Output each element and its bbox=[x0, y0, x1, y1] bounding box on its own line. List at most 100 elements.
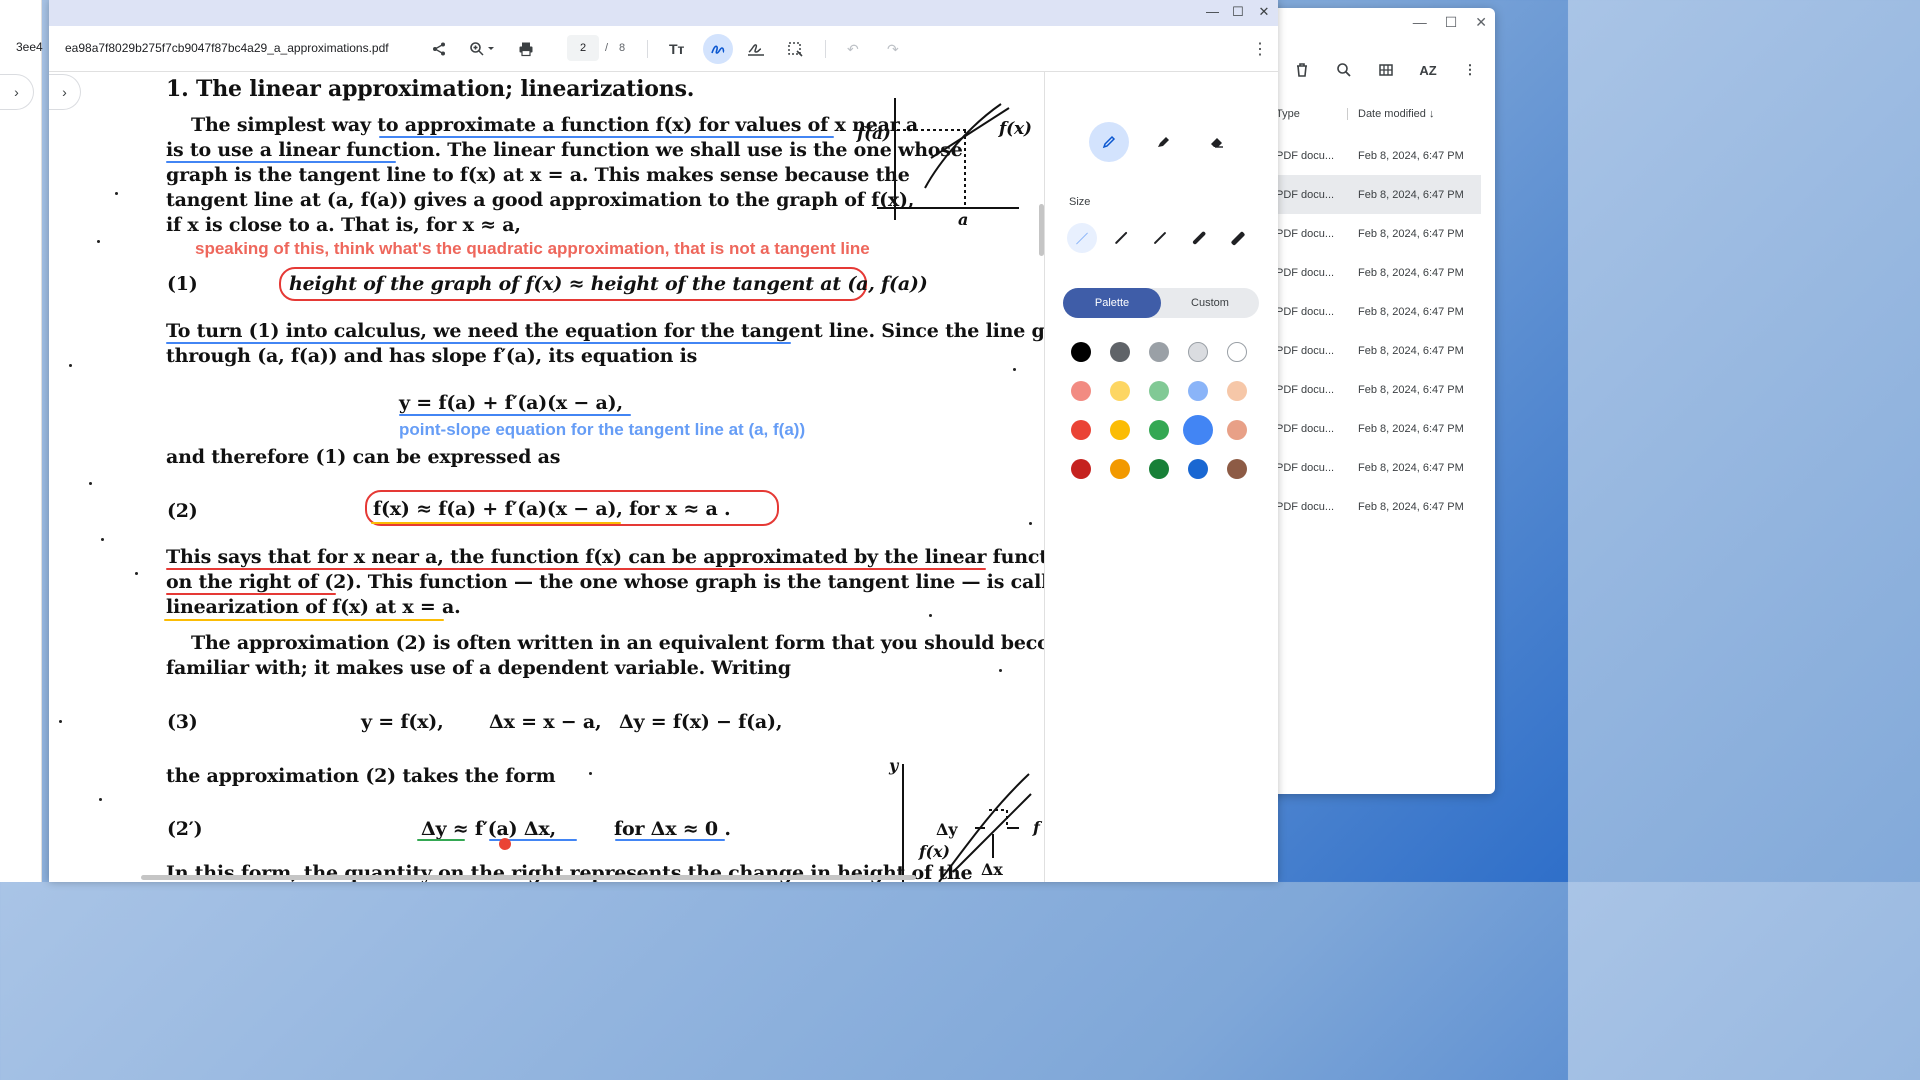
file-row[interactable]: PDF docu... Feb 8, 2024, 6:47 PM bbox=[1276, 253, 1481, 292]
color-swatch[interactable] bbox=[1188, 342, 1208, 362]
color-swatch[interactable] bbox=[1149, 381, 1169, 401]
search-icon[interactable] bbox=[1334, 60, 1354, 80]
toolbar-divider bbox=[647, 40, 648, 58]
more-options-icon[interactable]: ⋮ bbox=[1460, 60, 1480, 80]
color-swatch[interactable] bbox=[1188, 381, 1208, 401]
signature-icon[interactable] bbox=[747, 37, 765, 61]
delete-icon[interactable] bbox=[1292, 60, 1312, 80]
file-type: PDF docu... bbox=[1276, 344, 1335, 357]
undo-icon[interactable]: ↶ bbox=[847, 37, 859, 61]
select-area-icon[interactable] bbox=[787, 37, 803, 61]
pdf-page[interactable]: 1. The linear approximation; linearizati… bbox=[49, 72, 1044, 882]
color-swatch[interactable] bbox=[1227, 342, 1247, 362]
text-size-icon[interactable]: Tт bbox=[669, 37, 684, 61]
file-row[interactable]: PDF docu... Feb 8, 2024, 6:47 PM bbox=[1276, 175, 1481, 214]
highlighter-tool-icon[interactable] bbox=[1143, 122, 1183, 162]
file-name: ea98a7f8029b275f7cb9047f87bc4a29_a_appro… bbox=[65, 41, 389, 55]
file-date: Feb 8, 2024, 6:47 PM bbox=[1358, 422, 1464, 435]
maximize-icon[interactable]: ☐ bbox=[1445, 14, 1458, 31]
tangent-figure-bottom bbox=[902, 764, 1032, 882]
color-swatch[interactable] bbox=[1227, 381, 1247, 401]
eraser-tool-icon[interactable] bbox=[1197, 122, 1237, 162]
column-date-modified[interactable]: Date modified ↓ bbox=[1348, 108, 1434, 120]
figure-label: f bbox=[1033, 818, 1040, 837]
close-icon[interactable]: ✕ bbox=[1475, 14, 1487, 31]
page-total: 8 bbox=[619, 42, 626, 54]
file-row[interactable]: PDF docu... Feb 8, 2024, 6:47 PM bbox=[1276, 214, 1481, 253]
tangent-figure-top bbox=[877, 98, 1019, 220]
size-option-4[interactable] bbox=[1184, 223, 1214, 253]
maximize-icon[interactable]: ☐ bbox=[1232, 4, 1244, 20]
file-date: Feb 8, 2024, 6:47 PM bbox=[1358, 500, 1464, 513]
equation: y = f(a) + f′(a)(x − a), bbox=[399, 392, 623, 414]
close-icon[interactable]: ✕ bbox=[1258, 4, 1270, 20]
file-type: PDF docu... bbox=[1276, 188, 1335, 201]
ink-note-blue: point-slope equation for the tangent lin… bbox=[399, 420, 806, 439]
file-row[interactable]: PDF docu... Feb 8, 2024, 6:47 PM bbox=[1276, 292, 1481, 331]
size-label: Size bbox=[1069, 196, 1091, 208]
minimize-icon[interactable]: — bbox=[1413, 14, 1427, 31]
file-type: PDF docu... bbox=[1276, 383, 1335, 396]
background-window-strip: 3ee4 › bbox=[0, 0, 43, 882]
color-swatch[interactable] bbox=[1110, 342, 1130, 362]
minimize-icon[interactable]: — bbox=[1206, 4, 1219, 20]
sort-icon[interactable]: AZ bbox=[1418, 60, 1438, 80]
palette-tab[interactable]: Palette bbox=[1063, 288, 1161, 318]
size-option-5[interactable] bbox=[1223, 223, 1253, 253]
doc-line: tangent line at (a, f(a)) gives a good a… bbox=[166, 189, 915, 211]
size-option-2[interactable] bbox=[1106, 223, 1136, 253]
file-row[interactable]: PDF docu... Feb 8, 2024, 6:47 PM bbox=[1276, 331, 1481, 370]
color-swatch[interactable] bbox=[1071, 459, 1091, 479]
scan-speck bbox=[89, 482, 92, 485]
draw-annotation-icon[interactable] bbox=[703, 34, 733, 64]
chevron-right-icon[interactable]: › bbox=[0, 74, 34, 110]
color-swatch[interactable] bbox=[1227, 459, 1247, 479]
redo-icon[interactable]: ↷ bbox=[887, 37, 899, 61]
equation: height of the graph of f(x) ≈ height of … bbox=[289, 273, 928, 295]
color-swatch[interactable] bbox=[1110, 459, 1130, 479]
custom-tab[interactable]: Custom bbox=[1161, 288, 1259, 318]
scan-speck bbox=[97, 240, 100, 243]
files-app-window: — ☐ ✕ AZ ⋮ Type Date modified ↓ PDF docu… bbox=[1250, 8, 1495, 794]
file-row[interactable]: PDF docu... Feb 8, 2024, 6:47 PM bbox=[1276, 448, 1481, 487]
more-options-icon[interactable]: ⋮ bbox=[1252, 37, 1268, 61]
pdf-viewer-window: — ☐ ✕ ea98a7f8029b275f7cb9047f87bc4a29_a… bbox=[49, 0, 1278, 882]
color-swatch[interactable] bbox=[1071, 381, 1091, 401]
color-swatch[interactable] bbox=[1110, 381, 1130, 401]
share-icon[interactable] bbox=[431, 37, 447, 61]
zoom-icon[interactable] bbox=[469, 37, 495, 61]
color-swatch[interactable] bbox=[1149, 420, 1169, 440]
pen-tool-icon[interactable] bbox=[1089, 122, 1129, 162]
doc-line: is to use a linear function. The linear … bbox=[166, 139, 963, 161]
scan-speck bbox=[1013, 368, 1016, 371]
color-swatch[interactable] bbox=[1188, 459, 1208, 479]
annotation-tools bbox=[1089, 122, 1237, 162]
equation: y = f(x), bbox=[361, 711, 444, 733]
color-swatch[interactable] bbox=[1227, 420, 1247, 440]
color-swatch[interactable] bbox=[1071, 420, 1091, 440]
file-row[interactable]: PDF docu... Feb 8, 2024, 6:47 PM bbox=[1276, 136, 1481, 175]
grid-view-icon[interactable] bbox=[1376, 60, 1396, 80]
figure-label: Δx bbox=[981, 860, 1003, 879]
column-date-label: Date modified bbox=[1358, 108, 1426, 120]
ink-underline bbox=[166, 161, 396, 163]
doc-line: on the right of (2). This function — the… bbox=[166, 571, 1044, 593]
page-number-input[interactable]: 2 bbox=[567, 35, 599, 61]
column-type[interactable]: Type bbox=[1276, 108, 1348, 120]
file-row[interactable]: PDF docu... Feb 8, 2024, 6:47 PM bbox=[1276, 487, 1481, 526]
color-swatch[interactable] bbox=[1183, 415, 1213, 445]
color-swatch[interactable] bbox=[1110, 420, 1130, 440]
file-type: PDF docu... bbox=[1276, 500, 1335, 513]
print-icon[interactable] bbox=[518, 37, 534, 61]
figure-label: f(x) bbox=[999, 119, 1032, 139]
color-swatch[interactable] bbox=[1149, 459, 1169, 479]
file-row[interactable]: PDF docu... Feb 8, 2024, 6:47 PM bbox=[1276, 370, 1481, 409]
horizontal-scrollbar[interactable] bbox=[141, 875, 916, 880]
size-option-1[interactable] bbox=[1067, 223, 1097, 253]
size-option-3[interactable] bbox=[1145, 223, 1175, 253]
color-swatch[interactable] bbox=[1149, 342, 1169, 362]
doc-line: The approximation (2) is often written i… bbox=[191, 632, 1044, 654]
file-type: PDF docu... bbox=[1276, 305, 1335, 318]
color-swatch[interactable] bbox=[1071, 342, 1091, 362]
file-row[interactable]: PDF docu... Feb 8, 2024, 6:47 PM bbox=[1276, 409, 1481, 448]
